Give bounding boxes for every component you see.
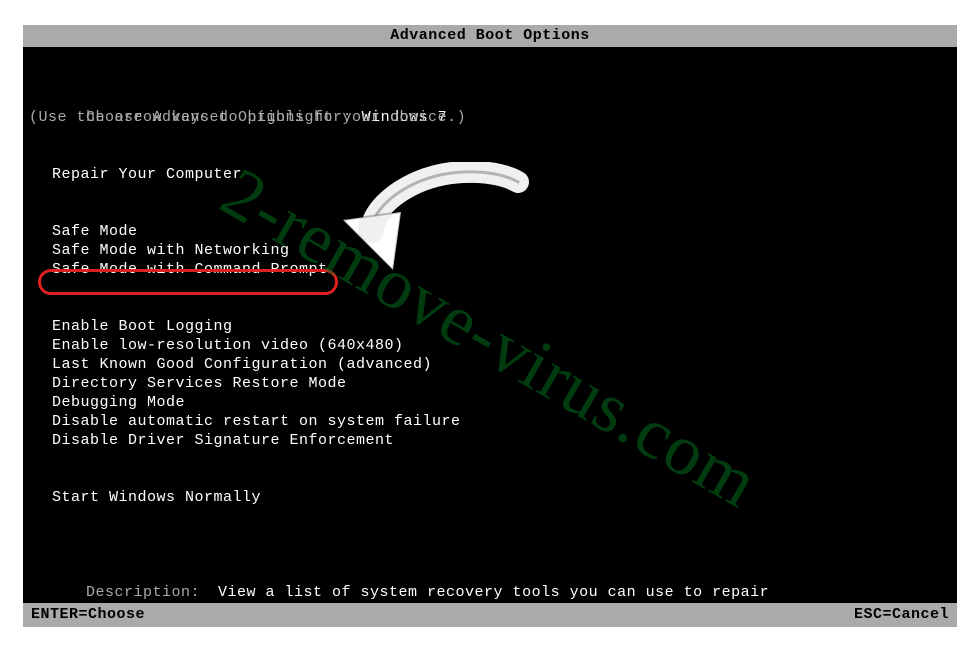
title-bar: Advanced Boot Options <box>23 25 957 47</box>
option-debugging[interactable]: Debugging Mode <box>29 393 951 412</box>
choose-line: Choose Advanced Options for: Windows 7 <box>29 89 951 108</box>
option-low-res[interactable]: Enable low-resolution video (640x480) <box>29 336 951 355</box>
status-bar: ENTER=Choose ESC=Cancel <box>23 603 957 627</box>
option-repair-computer[interactable]: Repair Your Computer <box>29 165 951 184</box>
description-row-1: Description:View a list of system recove… <box>29 564 951 583</box>
option-last-known-good[interactable]: Last Known Good Configuration (advanced) <box>29 355 951 374</box>
option-safe-mode-cmd[interactable]: Safe Mode with Command Prompt <box>29 260 951 279</box>
option-start-normally[interactable]: Start Windows Normally <box>29 488 951 507</box>
option-disable-driver-sig[interactable]: Disable Driver Signature Enforcement <box>29 431 951 450</box>
boot-screen: Advanced Boot Options Choose Advanced Op… <box>23 25 957 627</box>
option-boot-logging[interactable]: Enable Boot Logging <box>29 317 951 336</box>
hint-line: (Use the arrow keys to highlight your ch… <box>29 108 951 127</box>
option-safe-mode[interactable]: Safe Mode <box>29 222 951 241</box>
option-safe-mode-networking[interactable]: Safe Mode with Networking <box>29 241 951 260</box>
title-text: Advanced Boot Options <box>390 27 590 44</box>
status-enter: ENTER=Choose <box>31 603 145 627</box>
status-esc: ESC=Cancel <box>854 603 949 627</box>
description-label: Description: <box>86 583 218 602</box>
option-disable-auto-restart[interactable]: Disable automatic restart on system fail… <box>29 412 951 431</box>
description-line-1: View a list of system recovery tools you… <box>218 583 769 602</box>
option-ds-restore[interactable]: Directory Services Restore Mode <box>29 374 951 393</box>
content-area: Choose Advanced Options for: Windows 7 (… <box>23 47 957 603</box>
